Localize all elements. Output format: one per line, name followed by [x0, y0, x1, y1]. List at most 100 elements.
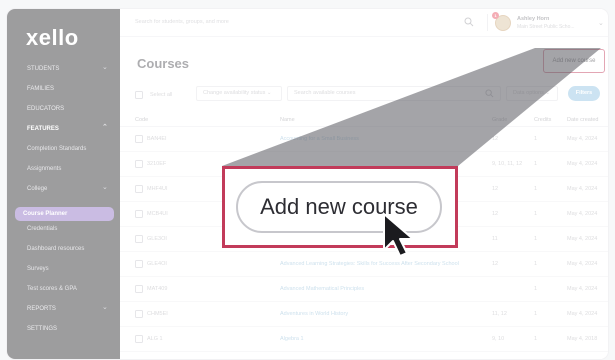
- select-all-checkbox[interactable]: [135, 91, 143, 99]
- cell-name[interactable]: Accounting for a Small Business: [280, 136, 359, 142]
- availability-dropdown[interactable]: Change availability status ⌄: [196, 86, 282, 101]
- cell-grade: 12: [492, 186, 499, 192]
- cell-name[interactable]: Adventures in World History: [280, 311, 348, 317]
- row-checkbox[interactable]: [135, 260, 143, 268]
- sidebar-item-label: Credentials: [27, 226, 58, 232]
- sidebar: xello STUDENTS ⌄ FAMILIES EDUCATORS FEATU…: [7, 9, 120, 359]
- sidebar-item-completion-standards[interactable]: Completion Standards: [7, 139, 120, 159]
- chevron-down-icon: ⌄: [266, 90, 272, 96]
- chevron-up-icon: ⌃: [102, 124, 108, 131]
- add-new-course-button[interactable]: Add new course: [543, 49, 605, 73]
- user-school: Main Street Public Scho...: [517, 24, 575, 30]
- row-checkbox[interactable]: [135, 160, 143, 168]
- cell-credits: 1: [534, 161, 538, 167]
- sidebar-item-families[interactable]: FAMILIES: [7, 79, 120, 99]
- row-checkbox[interactable]: [135, 285, 143, 293]
- user-name[interactable]: Ashley Horn: [517, 16, 549, 22]
- cell-grade: 12: [492, 211, 499, 217]
- data-options-label: Data options: [513, 90, 544, 96]
- cell-date: May 4, 2024: [567, 311, 598, 317]
- cell-code: MHF4UI: [147, 186, 168, 192]
- cell-code: BAN4EI: [147, 136, 167, 142]
- xello-logo[interactable]: xello: [26, 25, 79, 51]
- table-row[interactable]: GLE4OI Advanced Learning Strategies: Skil…: [120, 252, 608, 277]
- table-header: Code Name Grade Credits Date created: [120, 113, 608, 127]
- column-header-grade[interactable]: Grade: [492, 117, 507, 123]
- column-header-date[interactable]: Date created: [567, 117, 599, 123]
- row-checkbox[interactable]: [135, 235, 143, 243]
- sidebar-item-credentials[interactable]: Credentials: [7, 219, 120, 239]
- cell-name[interactable]: Advanced Learning Strategies: Skills for…: [280, 261, 459, 267]
- filter-bar: Select all Change availability status ⌄ …: [120, 84, 608, 108]
- sidebar-item-students[interactable]: STUDENTS ⌄: [7, 59, 120, 79]
- cell-grade: 11, 12: [492, 311, 507, 317]
- cell-code: GLE4OI: [147, 261, 167, 267]
- sidebar-item-label: SETTINGS: [27, 326, 58, 332]
- cell-code: GLE3OI: [147, 236, 167, 242]
- table-row[interactable]: BAN4EI Accounting for a Small Business 12 1…: [120, 127, 608, 152]
- select-all-label: Select all: [150, 92, 173, 98]
- sidebar-item-label: Dashboard resources: [27, 246, 85, 252]
- column-header-name[interactable]: Name: [280, 117, 295, 123]
- cell-date: May 4, 2024: [567, 261, 598, 267]
- page-title: Courses: [137, 56, 190, 71]
- cell-date: May 4, 2018: [567, 336, 598, 342]
- global-search-input[interactable]: Search for students, groups, and more: [135, 19, 229, 25]
- sidebar-item-label: FEATURES: [27, 126, 59, 132]
- cell-grade: 9, 10, 11, 12: [492, 161, 523, 167]
- table-row[interactable]: MAT409 Advanced Mathematical Principles 1 M…: [120, 277, 608, 302]
- column-header-credits[interactable]: Credits: [534, 117, 551, 123]
- chevron-down-icon: ⌄: [102, 304, 108, 311]
- row-checkbox[interactable]: [135, 210, 143, 218]
- cell-code: ALG 1: [147, 336, 163, 342]
- course-search-input[interactable]: Search available courses: [287, 86, 501, 101]
- sidebar-item-label: REPORTS: [27, 306, 56, 312]
- sidebar-item-dashboard-resources[interactable]: Dashboard resources: [7, 239, 120, 259]
- column-header-code[interactable]: Code: [135, 117, 148, 123]
- row-checkbox[interactable]: [135, 185, 143, 193]
- cell-credits: 1: [534, 236, 538, 242]
- cell-date: May 4, 2024: [567, 161, 598, 167]
- table-row[interactable]: ALG 1 Algebra 1 9, 10 1 May 4, 2018: [120, 327, 608, 352]
- sidebar-item-label: FAMILIES: [27, 86, 55, 92]
- sidebar-item-test-scores[interactable]: Test scores & GPA: [7, 279, 120, 299]
- cell-credits: 1: [534, 336, 538, 342]
- sidebar-item-features[interactable]: FEATURES ⌃: [7, 119, 120, 139]
- cell-grade: 12: [492, 136, 499, 142]
- chevron-down-icon: ⌄: [545, 90, 551, 96]
- callout-zoom-box: Add new course: [222, 166, 458, 248]
- cell-code: MCB4UI: [147, 211, 168, 217]
- filters-button[interactable]: Filters: [568, 86, 600, 101]
- sidebar-item-assignments[interactable]: Assignments: [7, 159, 120, 179]
- cell-date: May 4, 2024: [567, 136, 598, 142]
- cell-name[interactable]: Algebra 1: [280, 336, 304, 342]
- search-icon[interactable]: [485, 89, 494, 98]
- row-checkbox[interactable]: [135, 310, 143, 318]
- notification-badge: 1: [492, 12, 499, 19]
- table-row[interactable]: CHM5EI Adventures in World History 11, 12 1…: [120, 302, 608, 327]
- chevron-down-icon: ⌄: [102, 64, 108, 71]
- data-options-dropdown[interactable]: Data options ⌄: [506, 86, 558, 101]
- cell-credits: 1: [534, 211, 538, 217]
- cell-date: May 4, 2024: [567, 211, 598, 217]
- sidebar-item-label: Surveys: [27, 266, 49, 272]
- chevron-down-icon[interactable]: ⌄: [598, 19, 604, 27]
- cell-grade: 11: [492, 236, 498, 242]
- cell-grade: 12: [492, 261, 499, 267]
- sidebar-nav: STUDENTS ⌄ FAMILIES EDUCATORS FEATURES ⌃ C…: [7, 59, 120, 339]
- row-checkbox[interactable]: [135, 135, 143, 143]
- sidebar-item-label: College: [27, 186, 48, 192]
- sidebar-item-label: Course Planner: [23, 211, 68, 217]
- sidebar-item-course-planner[interactable]: Course Planner: [15, 207, 114, 221]
- top-bar: Search for students, groups, and more 1 …: [120, 9, 608, 37]
- search-icon[interactable]: [464, 17, 474, 27]
- cell-name[interactable]: Advanced Mathematical Principles: [280, 286, 364, 292]
- cell-code: 3210EF: [147, 161, 167, 167]
- sidebar-item-settings[interactable]: SETTINGS: [7, 319, 120, 339]
- sidebar-item-college[interactable]: College ⌄: [7, 179, 120, 199]
- cell-code: CHM5EI: [147, 311, 168, 317]
- sidebar-item-reports[interactable]: REPORTS ⌄: [7, 299, 120, 319]
- sidebar-item-surveys[interactable]: Surveys: [7, 259, 120, 279]
- row-checkbox[interactable]: [135, 335, 143, 343]
- sidebar-item-educators[interactable]: EDUCATORS: [7, 99, 120, 119]
